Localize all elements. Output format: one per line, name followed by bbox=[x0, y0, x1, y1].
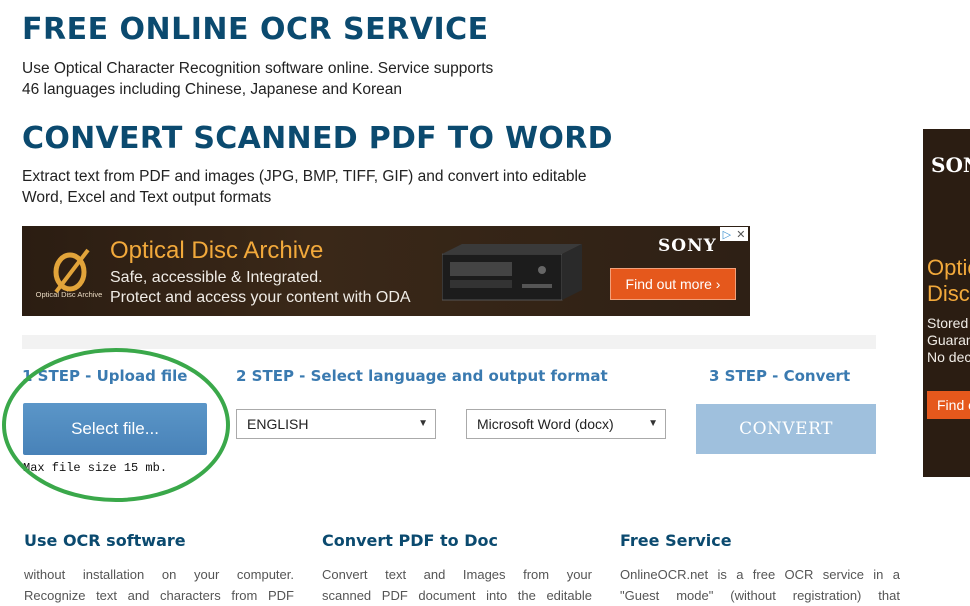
convert-button[interactable]: CONVERT bbox=[696, 404, 876, 454]
side-ad-brand: SONY bbox=[931, 153, 970, 177]
side-ad-text-line2: Guaran bbox=[927, 332, 970, 348]
service-description: Use Optical Character Recognition softwa… bbox=[22, 60, 494, 98]
dropdown-arrow-icon: ▼ bbox=[418, 418, 428, 429]
ad-choices[interactable]: ▷ ✕ bbox=[720, 227, 748, 241]
ad-title: Optical Disc Archive bbox=[110, 237, 324, 264]
convert-description: Extract text from PDF and images (JPG, B… bbox=[22, 168, 587, 206]
side-ad-title-line1: Optical bbox=[927, 255, 970, 280]
ad-tagline: Safe, accessible & Integrated. bbox=[110, 269, 323, 286]
side-ad[interactable]: SONY Optical Disc Stored Guaran No dec F… bbox=[923, 129, 970, 477]
page-title: FREE ONLINE OCR SERVICE bbox=[22, 12, 489, 47]
column-title-free-service: Free Service bbox=[620, 531, 732, 550]
highlight-circle bbox=[2, 348, 230, 502]
output-format-select[interactable]: Microsoft Word (docx) ▼ bbox=[466, 409, 666, 439]
chevron-right-icon: › bbox=[715, 276, 721, 292]
banner-ad[interactable]: Optical Disc Archive Optical Disc Archiv… bbox=[22, 226, 750, 316]
ad-logo-text: Optical Disc Archive bbox=[35, 290, 103, 299]
side-ad-text-line3: No dec bbox=[927, 349, 970, 365]
language-select[interactable]: ENGLISH ▼ bbox=[236, 409, 436, 439]
disc-drive-image bbox=[442, 244, 582, 301]
side-ad-text-line1: Stored bbox=[927, 315, 969, 331]
side-ad-title-line2: Disc bbox=[927, 281, 970, 306]
ad-brand-logo: SONY bbox=[658, 236, 717, 256]
side-ad-find-button[interactable]: Find o bbox=[927, 391, 970, 419]
step2-label: 2 STEP - Select language and output form… bbox=[236, 367, 608, 385]
adchoices-icon[interactable]: ▷ bbox=[723, 228, 731, 241]
ad-subtagline: Protect and access your content with ODA bbox=[110, 289, 411, 306]
close-icon[interactable]: ✕ bbox=[736, 228, 745, 241]
dropdown-arrow-icon: ▼ bbox=[648, 418, 658, 429]
column-title-ocr-software: Use OCR software bbox=[24, 531, 186, 550]
column-title-pdf-to-doc: Convert PDF to Doc bbox=[322, 531, 498, 550]
step3-label: 3 STEP - Convert bbox=[709, 367, 851, 385]
ad-find-out-more-button[interactable]: Find out more › bbox=[610, 268, 736, 300]
convert-heading: CONVERT SCANNED PDF TO WORD bbox=[22, 121, 613, 156]
